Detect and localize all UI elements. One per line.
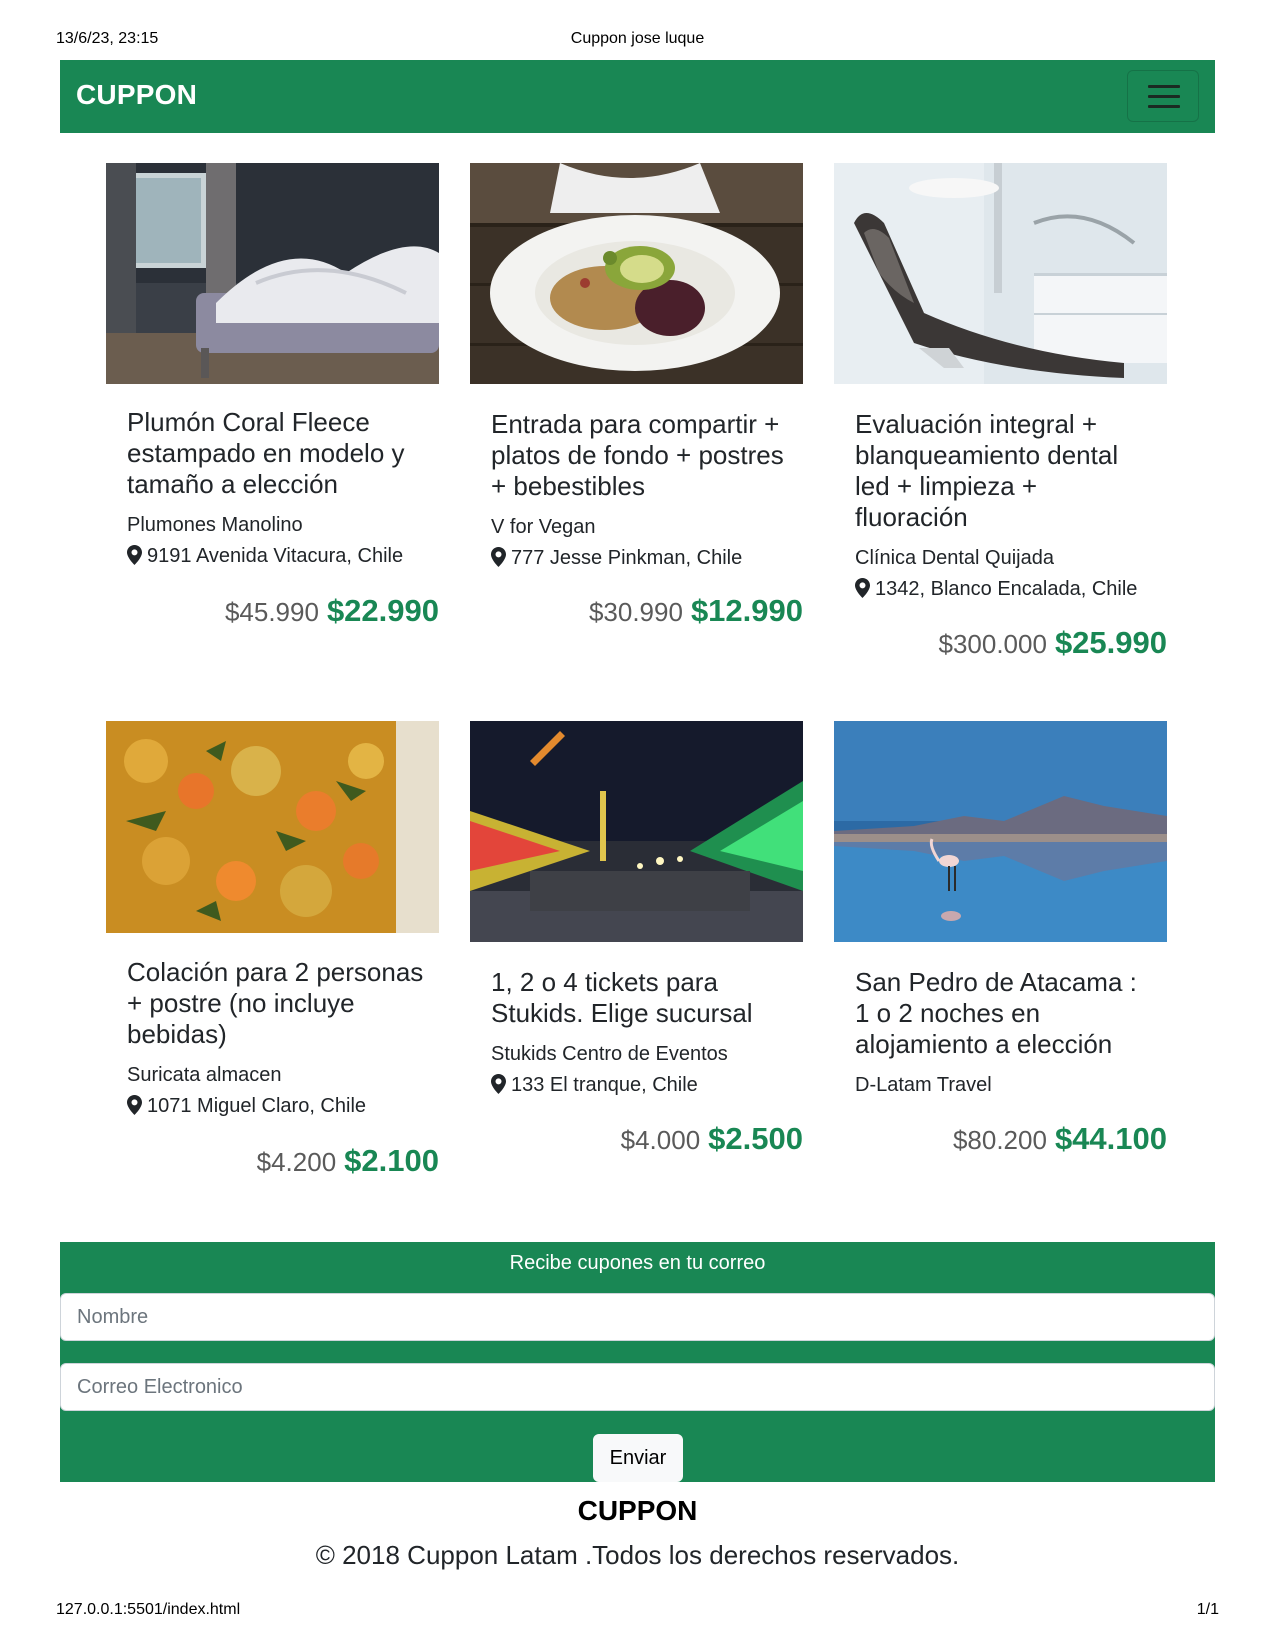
- card-address: 1342, Blanco Encalada, Chile: [855, 574, 1155, 605]
- print-header: 13/6/23, 23:15 Cuppon jose luque: [0, 30, 1275, 52]
- map-pin-icon: [127, 545, 142, 565]
- card-new-price: $25.990: [1054, 625, 1167, 660]
- card-old-price: $300.000: [938, 629, 1047, 659]
- flamingo-lake-photo: [834, 721, 1167, 942]
- card-new-price: $2.500: [708, 1121, 803, 1156]
- card-address-text: 133 El tranque, Chile: [511, 1074, 698, 1096]
- card-title[interactable]: Entrada para compartir + platos de fondo…: [491, 409, 791, 502]
- dental-chair-photo: [834, 163, 1167, 384]
- map-pin-icon: [855, 578, 870, 598]
- card-old-price: $45.990: [224, 597, 319, 627]
- card-title[interactable]: San Pedro de Atacama : 1 o 2 noches en a…: [855, 967, 1155, 1060]
- coupon-card: Plumón Coral Fleece estampado en modelo …: [106, 163, 439, 633]
- food-dish-photo: [106, 721, 439, 933]
- card-title[interactable]: Colación para 2 personas + postre (no in…: [127, 957, 427, 1050]
- card-title[interactable]: 1, 2 o 4 tickets para Stukids. Elige suc…: [491, 967, 791, 1029]
- copyright-text: © 2018 Cuppon Latam .Todos los derechos …: [315, 1540, 960, 1570]
- card-address: 133 El tranque, Chile: [491, 1070, 791, 1101]
- card-old-price: $80.200: [952, 1125, 1047, 1155]
- print-footer: 127.0.0.1:5501/index.html 1/1: [0, 1601, 1275, 1623]
- coupon-card: Evaluación integral + blanqueamiento den…: [834, 163, 1167, 663]
- card-address: 777 Jesse Pinkman, Chile: [491, 543, 791, 574]
- coupon-card: San Pedro de Atacama : 1 o 2 noches en a…: [834, 721, 1167, 1191]
- card-new-price: $22.990: [326, 593, 439, 628]
- print-url: 127.0.0.1:5501/index.html: [56, 1601, 241, 1618]
- subscribe-title: Recibe cupones en tu correo: [509, 1252, 766, 1274]
- card-new-price: $44.100: [1054, 1121, 1167, 1156]
- fairground-photo: [470, 721, 803, 942]
- card-vendor: Plumones Manolino: [127, 514, 303, 536]
- card-new-price: $12.990: [690, 593, 803, 628]
- send-button[interactable]: Enviar: [593, 1434, 683, 1482]
- print-page-count: 1/1: [1196, 1601, 1219, 1618]
- card-title[interactable]: Evaluación integral + blanqueamiento den…: [855, 409, 1155, 533]
- card-address: 9191 Avenida Vitacura, Chile: [127, 541, 427, 572]
- map-pin-icon: [491, 1074, 506, 1094]
- card-address-text: 1071 Miguel Claro, Chile: [147, 1095, 367, 1117]
- card-address-text: 777 Jesse Pinkman, Chile: [511, 547, 743, 569]
- vegan-salad-photo: [470, 163, 803, 384]
- card-vendor: Stukids Centro de Eventos: [491, 1043, 728, 1065]
- bedroom-photo: [106, 163, 439, 384]
- card-address: 1071 Miguel Claro, Chile: [127, 1091, 427, 1122]
- name-input[interactable]: [60, 1293, 1215, 1341]
- card-vendor: Clínica Dental Quijada: [855, 547, 1054, 569]
- subscribe-form: Recibe cupones en tu correo Enviar: [60, 1242, 1215, 1482]
- card-address-text: 1342, Blanco Encalada, Chile: [875, 578, 1138, 600]
- card-new-price: $2.100: [344, 1143, 439, 1178]
- coupon-card: Colación para 2 personas + postre (no in…: [106, 721, 439, 1191]
- coupon-card: 1, 2 o 4 tickets para Stukids. Elige suc…: [470, 721, 803, 1191]
- navbar: CUPPON: [60, 60, 1215, 133]
- coupon-card: Entrada para compartir + platos de fondo…: [470, 163, 803, 633]
- email-input[interactable]: [60, 1363, 1215, 1411]
- card-address-text: 9191 Avenida Vitacura, Chile: [147, 545, 404, 567]
- card-vendor: D-Latam Travel: [855, 1074, 992, 1096]
- card-old-price: $4.000: [620, 1125, 701, 1155]
- map-pin-icon: [491, 547, 506, 567]
- navbar-brand[interactable]: CUPPON: [76, 79, 197, 111]
- map-pin-icon: [127, 1095, 142, 1115]
- card-vendor: V for Vegan: [491, 516, 596, 538]
- hamburger-menu-icon[interactable]: [1127, 70, 1199, 122]
- footer-brand: CUPPON: [577, 1495, 698, 1526]
- card-old-price: $30.990: [588, 597, 683, 627]
- card-title[interactable]: Plumón Coral Fleece estampado en modelo …: [127, 407, 427, 500]
- card-old-price: $4.200: [256, 1147, 337, 1177]
- card-vendor: Suricata almacen: [127, 1064, 282, 1086]
- print-page-title: Cuppon jose luque: [570, 30, 705, 47]
